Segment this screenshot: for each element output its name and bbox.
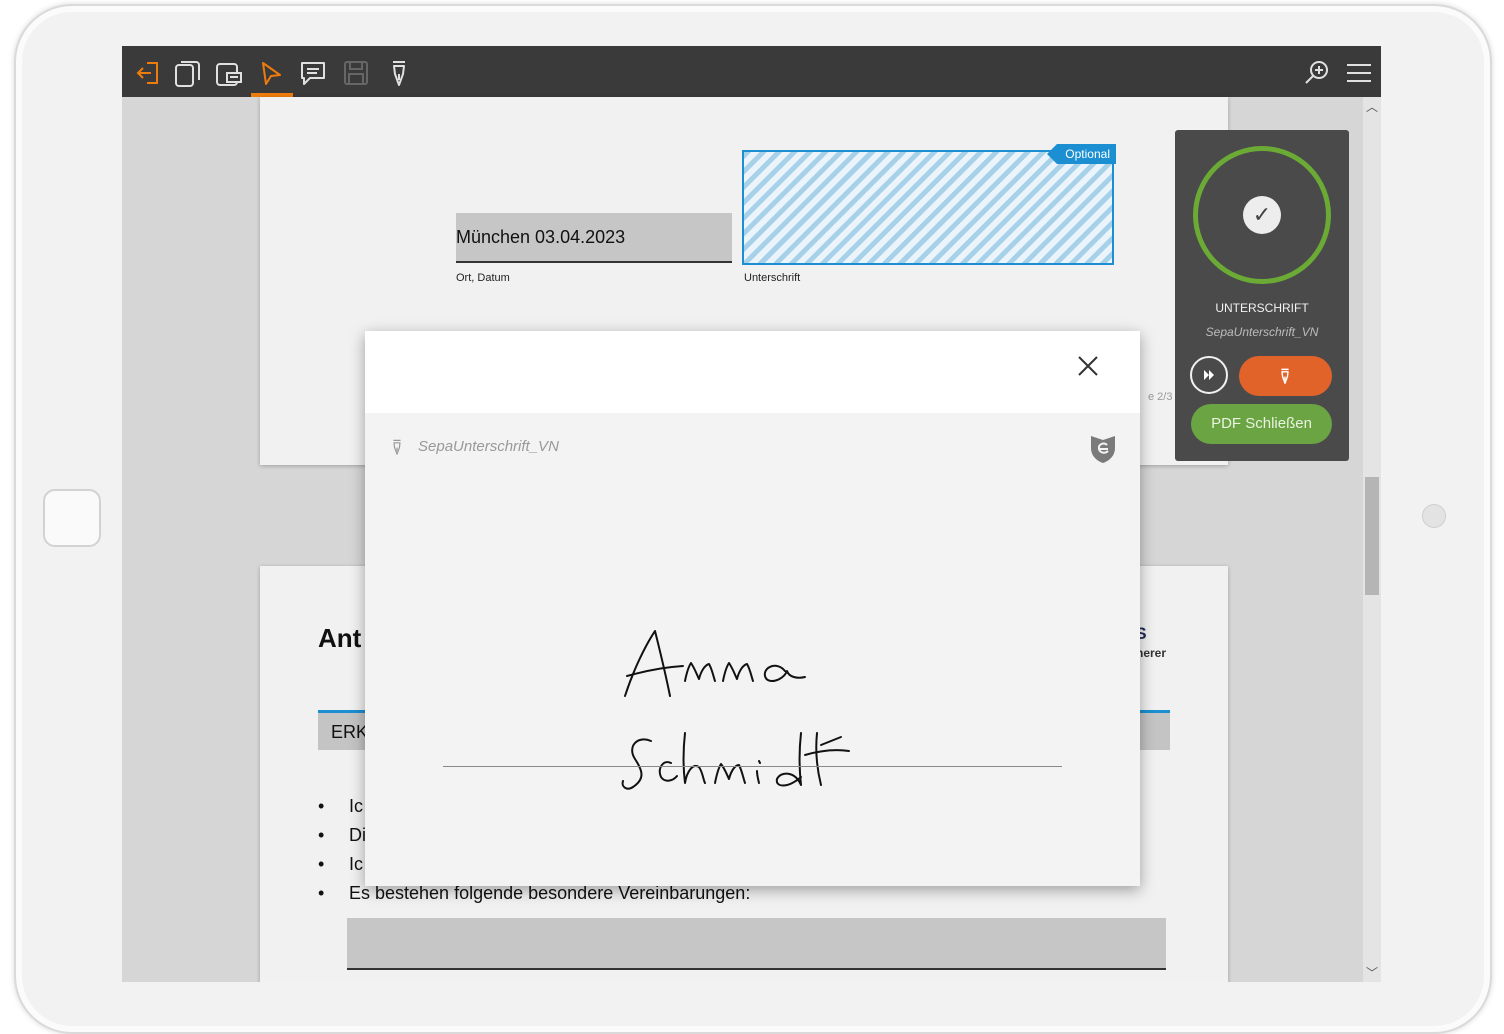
scrollbar-thumb[interactable] xyxy=(1365,477,1379,595)
skip-forward-button[interactable] xyxy=(1190,356,1228,394)
menu-icon[interactable] xyxy=(1344,58,1374,88)
close-icon[interactable] xyxy=(1073,351,1103,381)
pen-icon[interactable] xyxy=(384,58,414,88)
section-title: ERK xyxy=(331,722,369,742)
agreements-field[interactable] xyxy=(347,918,1166,970)
app-screen: München 03.04.2023 Ort, Datum Optional U… xyxy=(122,46,1381,982)
pen-icon xyxy=(1281,368,1289,384)
tablet-home-button xyxy=(43,489,101,547)
page2-heading: Ant xyxy=(318,623,362,653)
shield-icon xyxy=(1091,436,1115,463)
date-field-label: Ort, Datum xyxy=(456,272,510,284)
zoom-icon[interactable] xyxy=(1302,58,1332,88)
pages-icon[interactable] xyxy=(172,58,202,88)
signature-dialog: SepaUnterschrift_VN xyxy=(365,331,1140,886)
date-field[interactable]: München 03.04.2023 xyxy=(456,213,732,263)
sign-button[interactable] xyxy=(1239,356,1332,396)
dialog-signature-name: SepaUnterschrift_VN xyxy=(418,438,559,455)
company-logo-subtext: nerer xyxy=(1136,646,1167,660)
pdf-close-button[interactable]: PDF Schließen xyxy=(1191,404,1332,444)
check-icon: ✓ xyxy=(1243,196,1281,234)
panel-subtitle: SepaUnterschrift_VN xyxy=(1205,325,1319,339)
date-field-value: München 03.04.2023 xyxy=(456,227,626,247)
optional-tag: Optional xyxy=(1047,144,1116,164)
dialog-header xyxy=(365,331,1140,413)
signature-field[interactable]: Optional xyxy=(742,144,1116,265)
progress-ring: ✓ xyxy=(1193,146,1331,284)
signature-canvas[interactable] xyxy=(365,471,1140,886)
select-pointer-icon[interactable] xyxy=(256,58,286,88)
signature-field-label: Unterschrift xyxy=(744,272,801,284)
panel-title: UNTERSCHRIFT xyxy=(1215,301,1309,315)
top-toolbar xyxy=(122,46,1381,97)
signature-status-panel: ✓ UNTERSCHRIFT SepaUnterschrift_VN PDF S… xyxy=(1175,130,1349,461)
page-indicator: e 2/3 xyxy=(1148,391,1173,403)
handwritten-signature xyxy=(621,630,850,790)
insert-page-icon[interactable] xyxy=(214,58,244,88)
save-icon[interactable] xyxy=(341,58,371,88)
exit-icon[interactable] xyxy=(134,58,164,88)
scroll-down-icon[interactable]: ﹀ xyxy=(1363,964,1381,981)
pen-icon xyxy=(393,439,401,455)
fast-forward-icon xyxy=(1204,370,1214,380)
comment-icon[interactable] xyxy=(298,58,328,88)
scroll-up-icon[interactable]: ︿ xyxy=(1363,98,1381,115)
tablet-camera xyxy=(1422,504,1446,528)
signature-baseline xyxy=(443,766,1062,767)
